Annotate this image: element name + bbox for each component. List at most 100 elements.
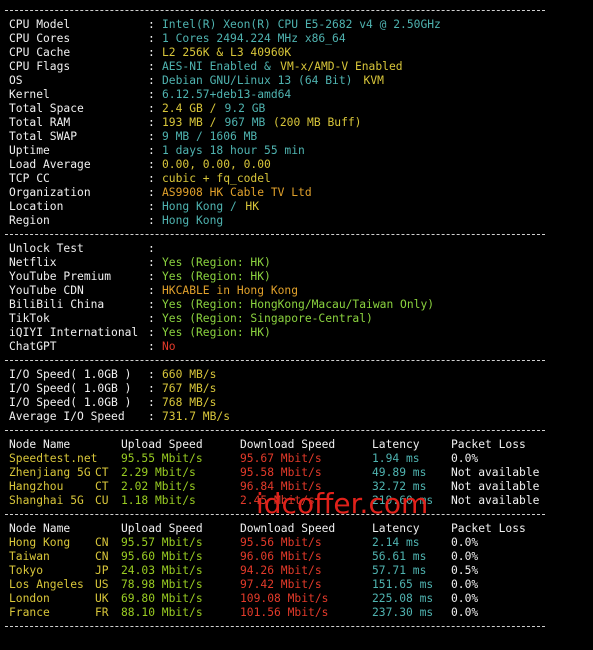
upload-speed: 1.18 Mbit/s bbox=[121, 494, 196, 507]
packet-loss: Not available bbox=[451, 494, 540, 507]
colon: : bbox=[148, 368, 155, 381]
node-name: Hangzhou bbox=[9, 480, 64, 493]
upload-speed: 95.60 Mbit/s bbox=[121, 550, 203, 563]
info-value: 9 MB / 1606 MB bbox=[162, 130, 258, 143]
node-name: Shanghai 5G bbox=[9, 494, 84, 507]
separator bbox=[5, 360, 545, 361]
info-value: VM-x/AMD-V Enabled bbox=[280, 60, 403, 73]
colon: : bbox=[148, 410, 155, 423]
separator bbox=[5, 10, 545, 11]
info-value: 1 days 18 hour 55 min bbox=[162, 144, 305, 157]
colon: : bbox=[148, 256, 155, 269]
info-label: CPU Cores bbox=[9, 32, 71, 45]
colon: : bbox=[148, 312, 155, 325]
upload-speed: 88.10 Mbit/s bbox=[121, 606, 203, 619]
watermark-text: idcoffer.com bbox=[256, 487, 429, 520]
info-value: 6.12.57+deb13-amd64 bbox=[162, 88, 292, 101]
colon: : bbox=[148, 284, 155, 297]
download-speed: 95.58 Mbit/s bbox=[240, 466, 322, 479]
unlock-service-label: YouTube Premium bbox=[9, 270, 112, 283]
colon: : bbox=[148, 102, 155, 115]
col-header-latency: Latency bbox=[372, 438, 420, 451]
colon: : bbox=[148, 186, 155, 199]
col-header-latency: Latency bbox=[372, 522, 420, 535]
colon: : bbox=[148, 396, 155, 409]
download-speed: 94.26 Mbit/s bbox=[240, 564, 322, 577]
packet-loss: Not available bbox=[451, 466, 540, 479]
separator bbox=[5, 430, 545, 431]
col-header-upload: Upload Speed bbox=[121, 438, 203, 451]
info-value: 967 MB bbox=[224, 116, 266, 129]
upload-speed: 78.98 Mbit/s bbox=[121, 578, 203, 591]
colon: : bbox=[148, 18, 155, 31]
download-speed: 97.42 Mbit/s bbox=[240, 578, 322, 591]
node-name: Tokyo bbox=[9, 564, 44, 577]
colon: : bbox=[148, 326, 155, 339]
unlock-header: Unlock Test bbox=[9, 242, 84, 255]
info-label: Total SWAP bbox=[9, 130, 78, 143]
info-label: Load Average bbox=[9, 158, 91, 171]
packet-loss: 0.0% bbox=[451, 550, 479, 563]
info-value: Hong Kong / bbox=[162, 200, 244, 213]
unlock-result: No bbox=[162, 340, 176, 353]
unlock-service-label: YouTube CDN bbox=[9, 284, 84, 297]
node-name: London bbox=[9, 592, 50, 605]
unlock-service-label: Netflix bbox=[9, 256, 57, 269]
io-value: 731.7 MB/s bbox=[162, 410, 231, 423]
latency: 57.71 ms bbox=[372, 564, 427, 577]
colon: : bbox=[148, 74, 155, 87]
node-country-code: CU bbox=[95, 494, 109, 507]
latency: 56.61 ms bbox=[372, 550, 427, 563]
node-name: Zhenjiang 5G bbox=[9, 466, 91, 479]
terminal-output: CPU Model: Intel(R) Xeon(R) CPU E5-2682 v… bbox=[0, 0, 593, 650]
colon: : bbox=[148, 270, 155, 283]
packet-loss: 0.5% bbox=[451, 564, 479, 577]
colon: : bbox=[148, 116, 155, 129]
colon: : bbox=[148, 242, 155, 255]
io-label: I/O Speed( 1.0GB ) bbox=[9, 368, 132, 381]
io-value: 660 MB/s bbox=[162, 368, 217, 381]
packet-loss: 0.0% bbox=[451, 592, 479, 605]
colon: : bbox=[148, 144, 155, 157]
colon: : bbox=[148, 172, 155, 185]
unlock-service-label: TikTok bbox=[9, 312, 50, 325]
latency: 225.08 ms bbox=[372, 592, 434, 605]
colon: : bbox=[148, 382, 155, 395]
info-label: OS bbox=[9, 74, 23, 87]
info-value: 9.2 GB bbox=[224, 102, 266, 115]
io-value: 768 MB/s bbox=[162, 396, 217, 409]
info-label: Uptime bbox=[9, 144, 50, 157]
download-speed: 109.08 Mbit/s bbox=[240, 592, 329, 605]
io-label: I/O Speed( 1.0GB ) bbox=[9, 396, 132, 409]
colon: : bbox=[148, 200, 155, 213]
upload-speed: 95.57 Mbit/s bbox=[121, 536, 203, 549]
separator bbox=[5, 626, 545, 627]
info-label: CPU Flags bbox=[9, 60, 71, 73]
node-country-code: JP bbox=[95, 564, 109, 577]
io-label: Average I/O Speed bbox=[9, 410, 125, 423]
info-label: TCP CC bbox=[9, 172, 50, 185]
latency: 151.65 ms bbox=[372, 578, 434, 591]
colon: : bbox=[148, 340, 155, 353]
unlock-result: Yes (Region: HK) bbox=[162, 256, 271, 269]
unlock-result: HKCABLE in Hong Kong bbox=[162, 284, 299, 297]
node-name: France bbox=[9, 606, 50, 619]
unlock-result: Yes (Region: Singapore-Central) bbox=[162, 312, 373, 325]
colon: : bbox=[148, 46, 155, 59]
col-header-loss: Packet Loss bbox=[451, 522, 526, 535]
colon: : bbox=[148, 60, 155, 73]
info-label: Organization bbox=[9, 186, 91, 199]
node-name: Hong Kong bbox=[9, 536, 71, 549]
unlock-result: Yes (Region: HK) bbox=[162, 270, 271, 283]
info-value: AES-NI Enabled & bbox=[162, 60, 278, 73]
node-country-code: UK bbox=[95, 592, 109, 605]
col-header-loss: Packet Loss bbox=[451, 438, 526, 451]
io-label: I/O Speed( 1.0GB ) bbox=[9, 382, 132, 395]
colon: : bbox=[148, 214, 155, 227]
info-value: (200 MB Buff) bbox=[266, 116, 362, 129]
col-header-upload: Upload Speed bbox=[121, 522, 203, 535]
packet-loss: 0.0% bbox=[451, 578, 479, 591]
node-country-code: CT bbox=[95, 480, 109, 493]
info-label: Region bbox=[9, 214, 50, 227]
upload-speed: 95.55 Mbit/s bbox=[121, 452, 203, 465]
